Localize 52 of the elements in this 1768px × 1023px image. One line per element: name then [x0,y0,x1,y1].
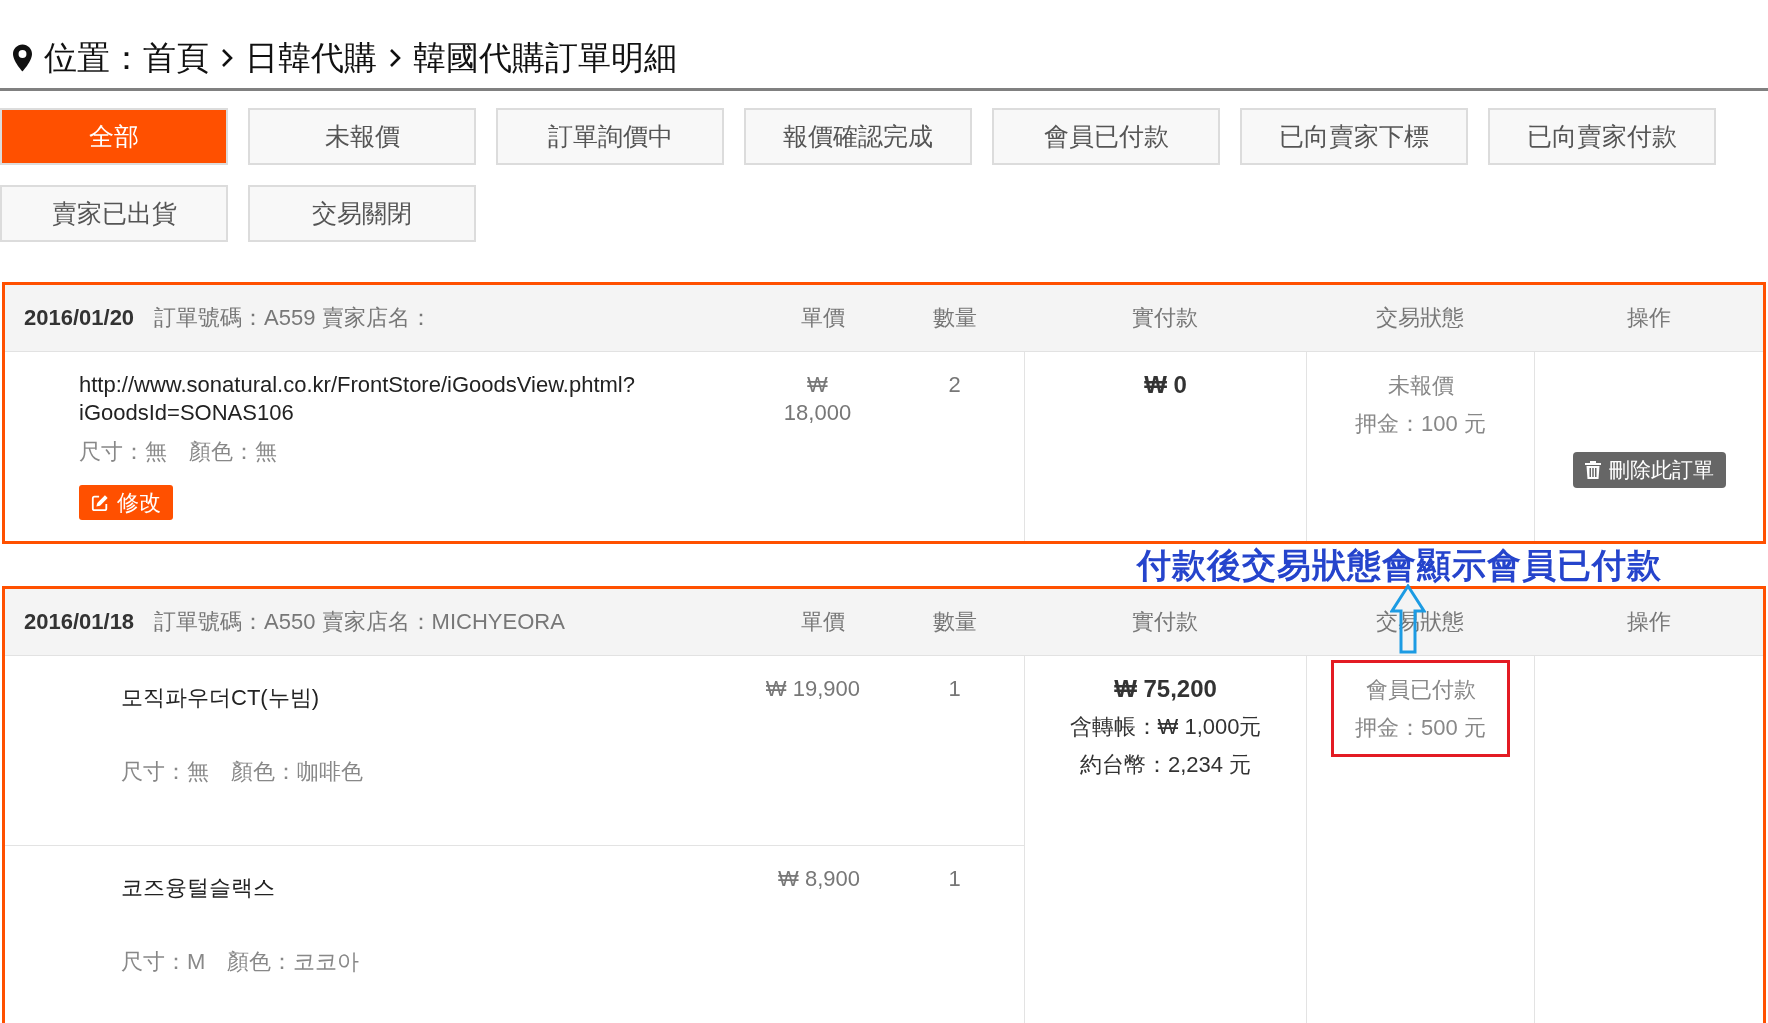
status-label: 未報價 [1386,372,1455,400]
product-description: http://www.sonatural.co.kr/FrontStore/iGoodsView.phtml?iGoodsId=SONAS106 [79,371,636,427]
status-label: 會員已付款 [1364,676,1477,704]
product-description: 코즈융털슬랙스 [121,874,276,902]
twd-estimate: 約台幣：2,234 元 [1078,751,1253,779]
filter-tab[interactable]: 未報價 [248,108,476,165]
map-pin-icon [13,44,32,72]
chevron-right-icon [389,48,401,68]
deposit-text: 押金：100 元 [1354,410,1487,438]
unit-price: ₩ 18,000 [782,371,853,427]
delete-order-button[interactable]: 刪除此訂單 [1572,452,1726,488]
unit-price: ₩ 8,900 [778,865,861,893]
paid-amount: ₩ 0 [1143,370,1188,400]
product-options: 尺寸：無 顏色：咖啡色 [121,758,766,786]
deposit-text: 押金：500 元 [1354,714,1487,742]
filter-tab[interactable]: 已向賣家付款 [1488,108,1716,165]
filter-tab[interactable]: 會員已付款 [992,108,1220,165]
order-date: 2016/01/20 [24,305,135,330]
quantity: 2 [947,371,962,399]
column-heading: 操作 [1625,608,1672,636]
quantity: 1 [947,865,962,893]
column-heading: 單價 [799,608,846,636]
product-options: 尺寸：無 顏色：無 [79,438,775,466]
annotation-text: 付款後交易狀態會顯示會員已付款 [1137,545,1662,586]
filter-tab[interactable]: 已向賣家下標 [1240,108,1468,165]
unit-price: ₩ 19,900 [765,675,861,703]
order-info: 訂單號碼：A559 賣家店名： [154,305,432,330]
edit-icon [91,493,109,512]
breadcrumb-link[interactable]: 日韓代購 [245,35,377,81]
trash-icon [1584,461,1601,479]
paid-amount: ₩ 75,200 [1113,674,1218,704]
column-heading: 操作 [1625,304,1672,332]
column-heading: 實付款 [1131,304,1199,332]
breadcrumb-label: 位置： [44,37,143,78]
breadcrumb-link[interactable]: 首頁 [143,35,209,81]
transfer-fee: 含轉帳：₩ 1,000元 [1068,713,1263,741]
chevron-right-icon [221,48,233,68]
breadcrumb-current-page: 韓國代購訂單明細 [413,37,677,78]
order-date: 2016/01/18 [24,609,135,634]
filter-tab[interactable]: 報價確認完成 [744,108,972,165]
column-heading: 數量 [931,608,978,636]
filter-tab[interactable]: 賣家已出貨 [0,185,228,242]
column-heading: 數量 [931,304,978,332]
column-heading: 實付款 [1131,608,1199,636]
filter-tab[interactable]: 訂單詢價中 [496,108,724,165]
product-options: 尺寸：M 顏色：코코아 [121,948,779,976]
column-heading: 交易狀態 [1375,304,1465,332]
product-description: 모직파우더CT(누빔) [121,684,320,712]
column-heading: 單價 [799,304,846,332]
order-info: 訂單號碼：A550 賣家店名：MICHYEORA [154,609,565,634]
filter-tab[interactable]: 交易關閉 [248,185,476,242]
quantity: 1 [947,675,962,703]
